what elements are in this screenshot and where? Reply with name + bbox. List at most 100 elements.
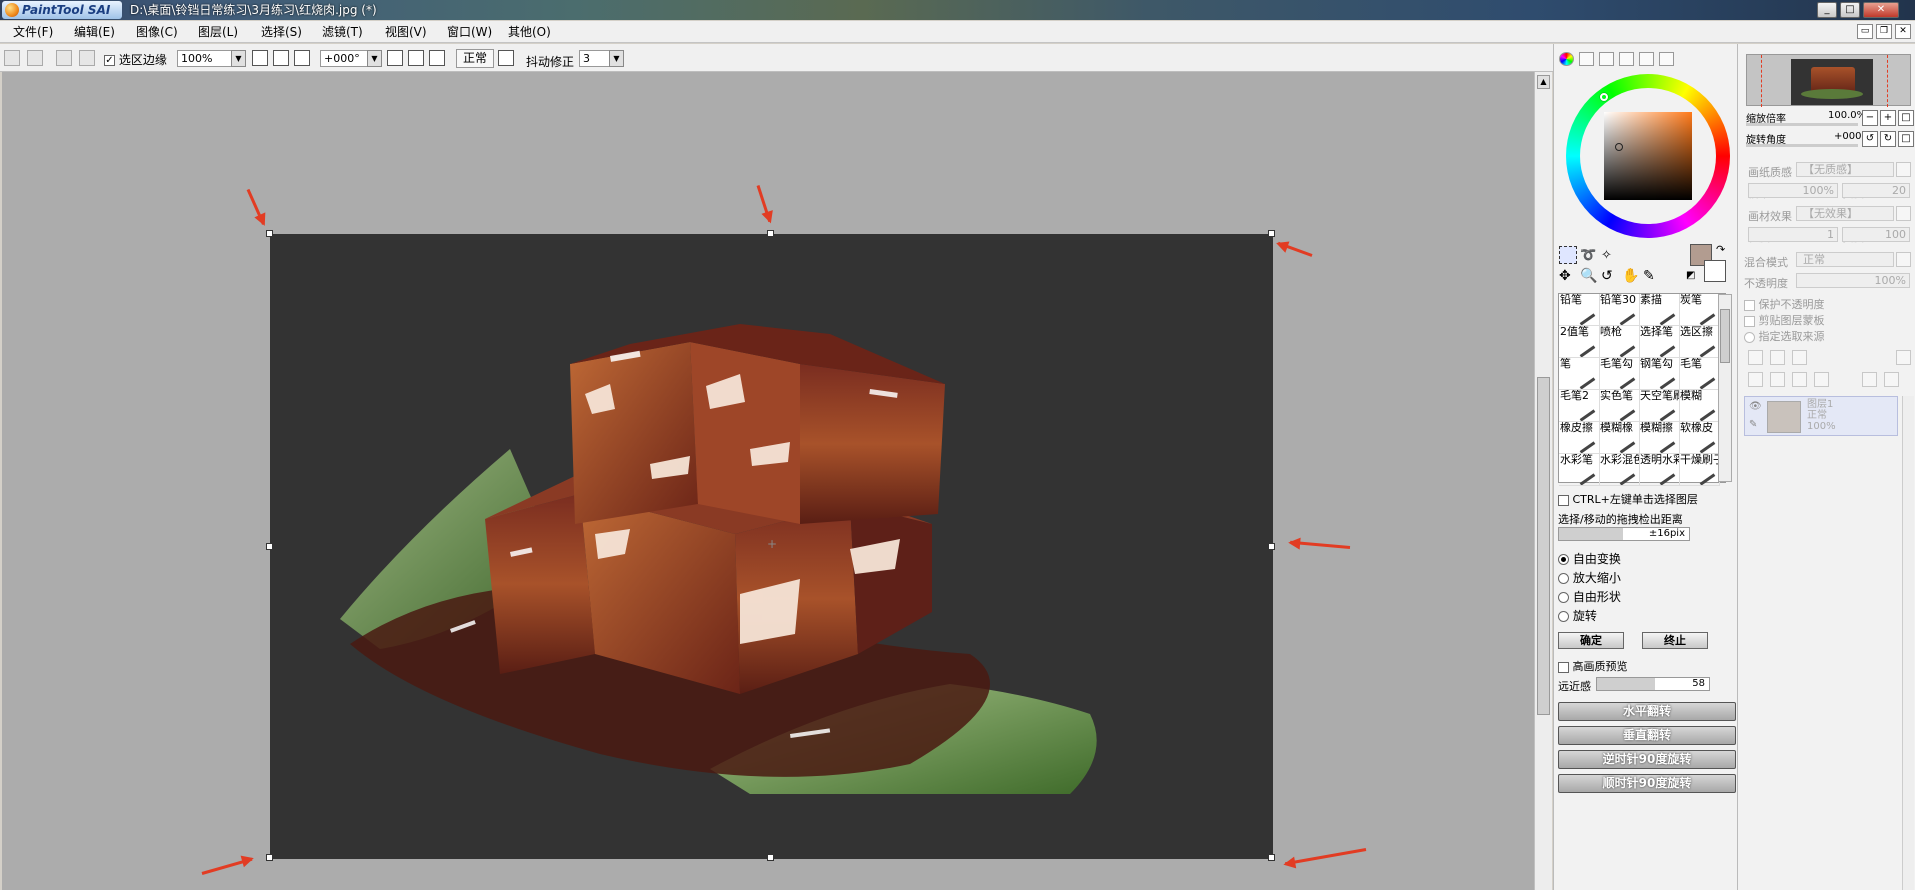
apply-mask-icon[interactable]: [1884, 372, 1899, 387]
rotate-cw-button[interactable]: 顺时针90度旋转: [1558, 774, 1736, 793]
rotate-tool-icon[interactable]: ↺: [1601, 268, 1613, 284]
selection-source-radio[interactable]: [1744, 331, 1755, 343]
merge-down-icon[interactable]: [1770, 372, 1785, 387]
mode-normal-button[interactable]: 正常: [456, 49, 495, 68]
layer-panel-menu-icon[interactable]: [1896, 350, 1911, 365]
scratchpad-tab-icon[interactable]: [1659, 52, 1674, 66]
transform-handle-bottom[interactable]: [767, 854, 774, 861]
magic-wand-tool-icon[interactable]: ✧: [1601, 248, 1612, 263]
selection-edge-toggle[interactable]: 选区边缘: [104, 51, 167, 68]
reset-colors-icon[interactable]: ◩: [1686, 270, 1695, 281]
delete-layer-icon[interactable]: [1814, 372, 1829, 387]
maximize-button[interactable]: □: [1840, 2, 1860, 18]
material-intensity-field[interactable]: 100: [1842, 227, 1910, 242]
confirm-button[interactable]: 确定: [1558, 632, 1624, 649]
secondary-color-swatch[interactable]: [1704, 260, 1726, 282]
layer-list-scrollbar[interactable]: [1902, 396, 1914, 890]
perspective-slider[interactable]: 58: [1596, 677, 1710, 691]
menu-image[interactable]: 图像(C): [136, 25, 178, 39]
paper-texture-select[interactable]: 【无质感】: [1796, 162, 1894, 177]
menu-edit[interactable]: 编辑(E): [74, 25, 115, 39]
brush-tool-item[interactable]: 选择笔: [1639, 326, 1680, 358]
saturation-value-square[interactable]: [1604, 112, 1692, 200]
brush-tool-item[interactable]: 毛笔勾: [1599, 358, 1640, 390]
transform-handle-top[interactable]: [767, 230, 774, 237]
brush-grid-scroll-thumb[interactable]: [1720, 309, 1730, 363]
eyedropper-tool-icon[interactable]: ✎: [1643, 268, 1655, 284]
brush-tool-item[interactable]: 模糊橡: [1599, 422, 1640, 454]
hq-preview-checkbox[interactable]: [1558, 661, 1569, 673]
transform-handle-bottom-right[interactable]: [1268, 854, 1275, 861]
ctrl-click-option[interactable]: CTRL+左键单击选择图层: [1558, 491, 1698, 507]
swap-colors-icon[interactable]: ↷: [1716, 243, 1725, 256]
hue-ring[interactable]: [1566, 74, 1730, 238]
transform-handle-left[interactable]: [266, 543, 273, 550]
move-tool-icon[interactable]: ✥: [1559, 268, 1571, 284]
brush-tool-item[interactable]: 炭笔: [1679, 294, 1720, 326]
rotation-select[interactable]: +000° ▼: [320, 50, 382, 67]
rotate-left-icon[interactable]: [387, 50, 403, 66]
swatch-tab-icon[interactable]: [1639, 52, 1654, 66]
clear-layer-icon[interactable]: [1792, 372, 1807, 387]
brush-tool-item[interactable]: 水彩混色: [1599, 454, 1640, 486]
transform-shape-option[interactable]: 自由形状: [1558, 588, 1621, 605]
preserve-opacity-option[interactable]: 保护不透明度: [1744, 296, 1825, 312]
menu-select[interactable]: 选择(S): [261, 25, 302, 39]
brush-tool-item[interactable]: 铅笔: [1559, 294, 1600, 326]
scroll-up-icon[interactable]: ▲: [1537, 75, 1550, 89]
transform-scale-option[interactable]: 放大缩小: [1558, 569, 1621, 586]
brush-tool-item[interactable]: 2值笔: [1559, 326, 1600, 358]
rotate-reset-icon[interactable]: [429, 50, 445, 66]
zoom-tool-icon[interactable]: 🔍: [1580, 268, 1597, 284]
drag-distance-slider[interactable]: ±16pix: [1558, 527, 1690, 541]
brush-tool-item[interactable]: 水彩笔: [1559, 454, 1600, 486]
blend-mode-select[interactable]: 正常: [1796, 252, 1894, 267]
invert-selection-icon[interactable]: [79, 50, 95, 66]
chevron-down-icon[interactable]: [1896, 162, 1911, 177]
transfer-down-icon[interactable]: [1748, 372, 1763, 387]
deselect-icon[interactable]: [56, 50, 72, 66]
flip-view-icon[interactable]: [498, 50, 514, 66]
transform-handle-right[interactable]: [1268, 543, 1275, 550]
menu-filter[interactable]: 滤镜(T): [322, 25, 363, 39]
material-degree-field[interactable]: 1: [1748, 227, 1838, 242]
minimize-button[interactable]: _: [1817, 2, 1837, 18]
transform-handle-top-left[interactable]: [266, 230, 273, 237]
flip-vertical-button[interactable]: 垂直翻转: [1558, 726, 1736, 745]
mdi-restore-button[interactable]: ❐: [1876, 24, 1892, 39]
brush-tool-item[interactable]: 选区擦: [1679, 326, 1720, 358]
hsv-slider-tab-icon[interactable]: [1599, 52, 1614, 66]
preserve-opacity-checkbox[interactable]: [1744, 299, 1755, 311]
chevron-down-icon[interactable]: [1896, 206, 1911, 221]
nav-rotate-left-icon[interactable]: ↺: [1862, 131, 1878, 147]
brush-grid-scrollbar[interactable]: [1718, 294, 1732, 482]
brush-tool-item[interactable]: 笔: [1559, 358, 1600, 390]
brush-tool-item[interactable]: 喷枪: [1599, 326, 1640, 358]
nav-zoom-reset-icon[interactable]: □: [1898, 110, 1914, 126]
chevron-down-icon[interactable]: ▼: [367, 50, 382, 67]
canvas-workspace[interactable]: +: [2, 72, 1534, 890]
ctrl-click-checkbox[interactable]: [1558, 494, 1569, 506]
eye-icon[interactable]: 👁: [1749, 401, 1762, 412]
new-folder-icon[interactable]: [1792, 350, 1807, 365]
transform-free-radio[interactable]: [1558, 554, 1569, 565]
transform-handle-top-right[interactable]: [1268, 230, 1275, 237]
zoom-reset-icon[interactable]: [294, 50, 310, 66]
flip-horizontal-button[interactable]: 水平翻转: [1558, 702, 1736, 721]
canvas-scrollbar[interactable]: ▲: [1534, 72, 1552, 890]
redo-icon[interactable]: [27, 50, 43, 66]
pencil-icon[interactable]: ✎: [1749, 419, 1757, 430]
brush-tool-item[interactable]: 铅笔30: [1599, 294, 1640, 326]
brush-tool-item[interactable]: 素描: [1639, 294, 1680, 326]
undo-icon[interactable]: [4, 50, 20, 66]
zoom-select[interactable]: 100% ▼: [177, 50, 246, 67]
nav-rotate-right-icon[interactable]: ↻: [1880, 131, 1896, 147]
hq-preview-option[interactable]: 高画质预览: [1558, 658, 1628, 674]
transform-handle-bottom-left[interactable]: [266, 854, 273, 861]
clip-group-checkbox[interactable]: [1744, 315, 1755, 327]
brush-tool-item[interactable]: 干燥刷子: [1679, 454, 1720, 486]
nav-zoom-out-icon[interactable]: −: [1862, 110, 1878, 126]
chevron-down-icon[interactable]: ▼: [609, 50, 624, 67]
scroll-thumb[interactable]: [1537, 377, 1550, 715]
menu-file[interactable]: 文件(F): [13, 25, 53, 39]
